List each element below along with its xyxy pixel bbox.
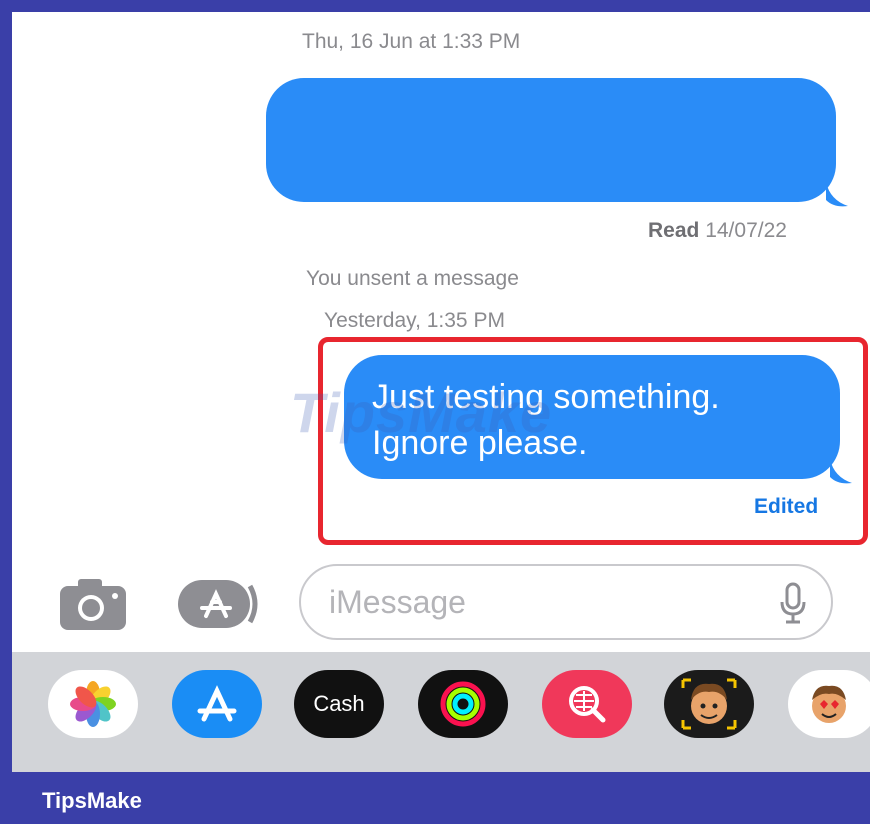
imessage-placeholder: iMessage <box>329 584 466 620</box>
messages-screen: Thu, 16 Jun at 1:33 PM Read 14/07/22 You… <box>12 12 870 772</box>
timestamp: Yesterday, 1:35 PM <box>324 309 505 332</box>
activity-rings-icon[interactable] <box>418 670 508 738</box>
bubble-tail <box>830 459 852 484</box>
memoji-stickers-icon[interactable] <box>788 670 870 738</box>
unsent-notice: You unsent a message <box>306 267 519 290</box>
brand-label: TipsMake <box>42 788 142 813</box>
message-bubble-empty[interactable] <box>266 78 836 202</box>
apple-cash-icon[interactable]: Cash <box>294 670 384 738</box>
app-store-icon[interactable] <box>176 578 262 630</box>
image-search-icon[interactable] <box>542 670 632 738</box>
microphone-icon[interactable] <box>779 582 807 629</box>
memoji-icon[interactable] <box>664 670 754 738</box>
read-receipt: Read 14/07/22 <box>648 219 787 243</box>
imessage-input[interactable]: iMessage <box>299 564 833 640</box>
input-bar: iMessage <box>12 564 870 652</box>
read-date: 14/07/22 <box>705 219 787 242</box>
timestamp: Thu, 16 Jun at 1:33 PM <box>302 30 521 53</box>
edited-label[interactable]: Edited <box>754 495 818 519</box>
app-store-icon[interactable] <box>172 670 262 738</box>
watermark: TipsMake <box>290 381 553 444</box>
bubble-tail <box>826 182 848 207</box>
cash-label: Cash <box>313 691 365 716</box>
app-tray: Cash <box>12 652 870 772</box>
photos-icon[interactable] <box>48 670 138 738</box>
read-label: Read <box>648 219 700 242</box>
camera-icon[interactable] <box>58 576 128 632</box>
